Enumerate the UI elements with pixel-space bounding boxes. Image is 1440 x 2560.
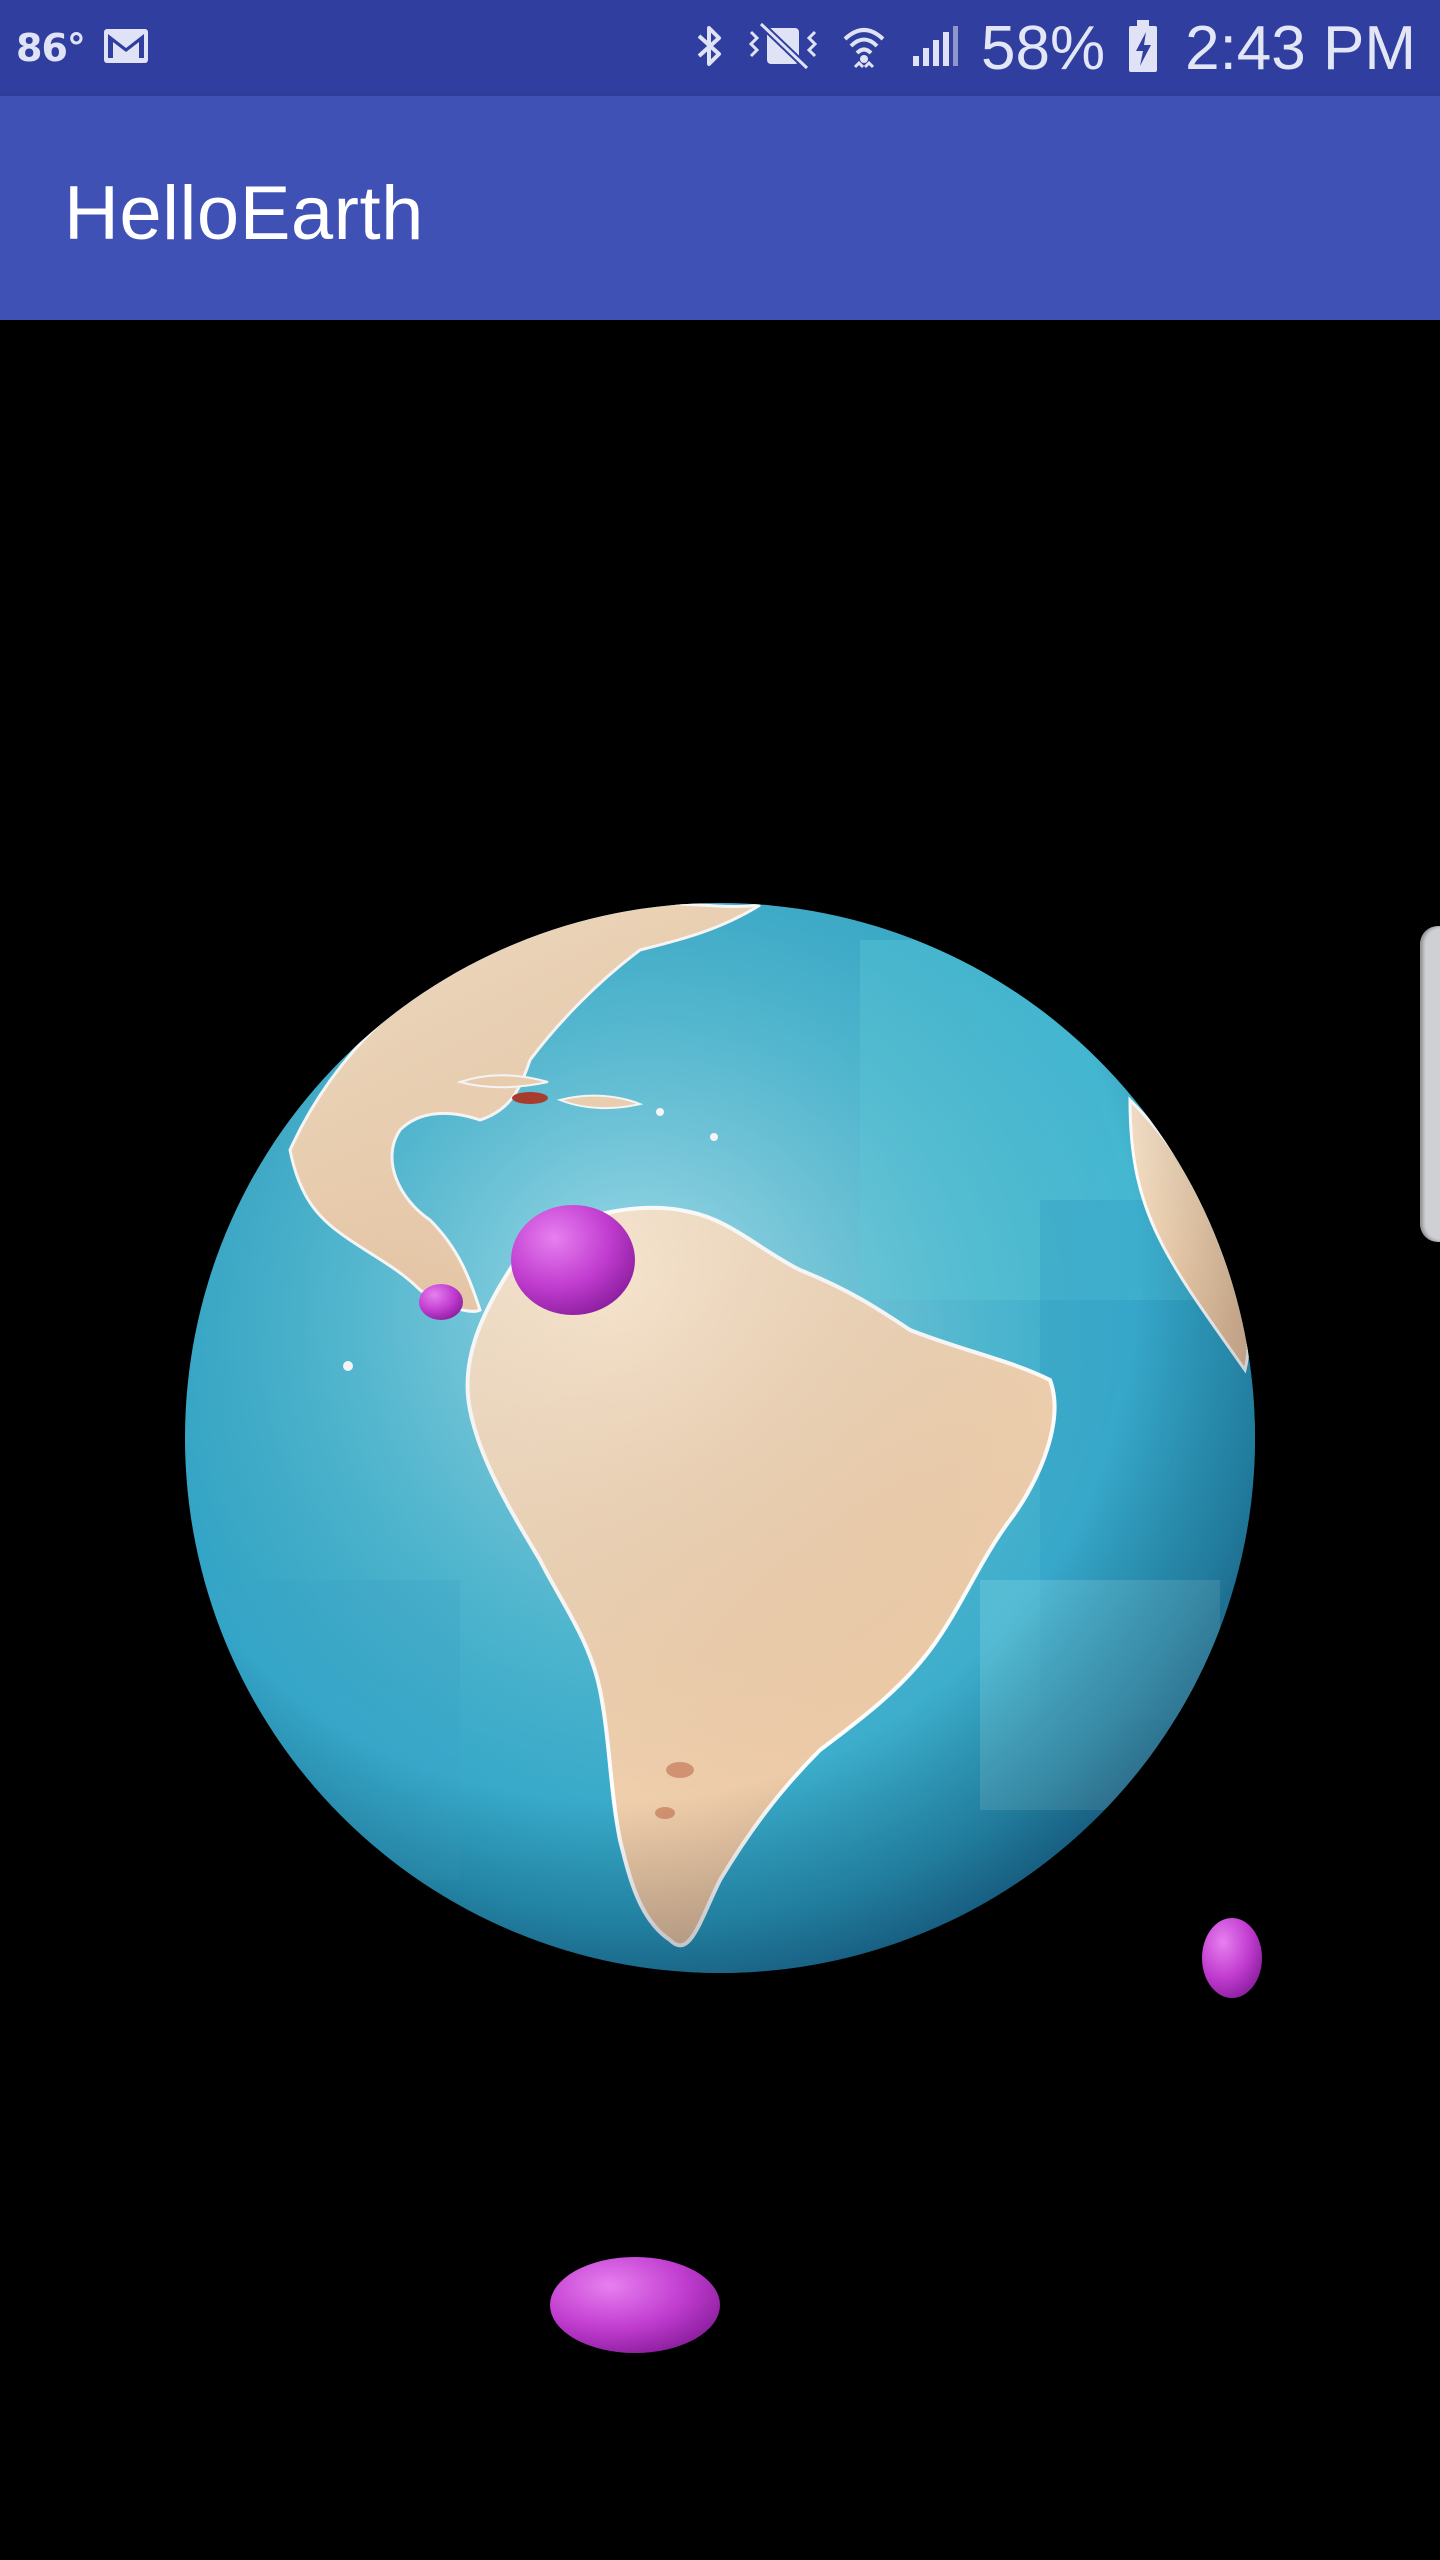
map-marker[interactable] — [1202, 1918, 1262, 1998]
status-left-group: 86° — [16, 0, 149, 96]
map-marker[interactable] — [550, 2257, 720, 2353]
globe-canvas[interactable] — [0, 320, 1440, 2560]
app-bar: HelloEarth — [0, 96, 1440, 320]
bluetooth-icon — [695, 22, 725, 75]
wifi-icon — [841, 21, 887, 76]
map-marker[interactable] — [511, 1205, 635, 1315]
vibrate-mute-icon — [747, 20, 819, 75]
signal-icon — [909, 24, 959, 73]
app-title: HelloEarth — [64, 171, 424, 256]
edge-panel-handle[interactable] — [1420, 926, 1440, 1242]
battery-charging-icon — [1127, 18, 1159, 79]
battery-percentage: 58% — [981, 13, 1106, 83]
globe-view[interactable] — [0, 320, 1440, 2560]
status-right-group: 58% 2:43 PM — [695, 0, 1416, 96]
weather-temperature: 86° — [16, 26, 86, 70]
gmail-icon — [103, 28, 149, 69]
status-clock: 2:43 PM — [1185, 13, 1416, 83]
status-bar: 86° 58% 2:43 PM — [0, 0, 1440, 96]
map-marker[interactable] — [419, 1284, 463, 1320]
